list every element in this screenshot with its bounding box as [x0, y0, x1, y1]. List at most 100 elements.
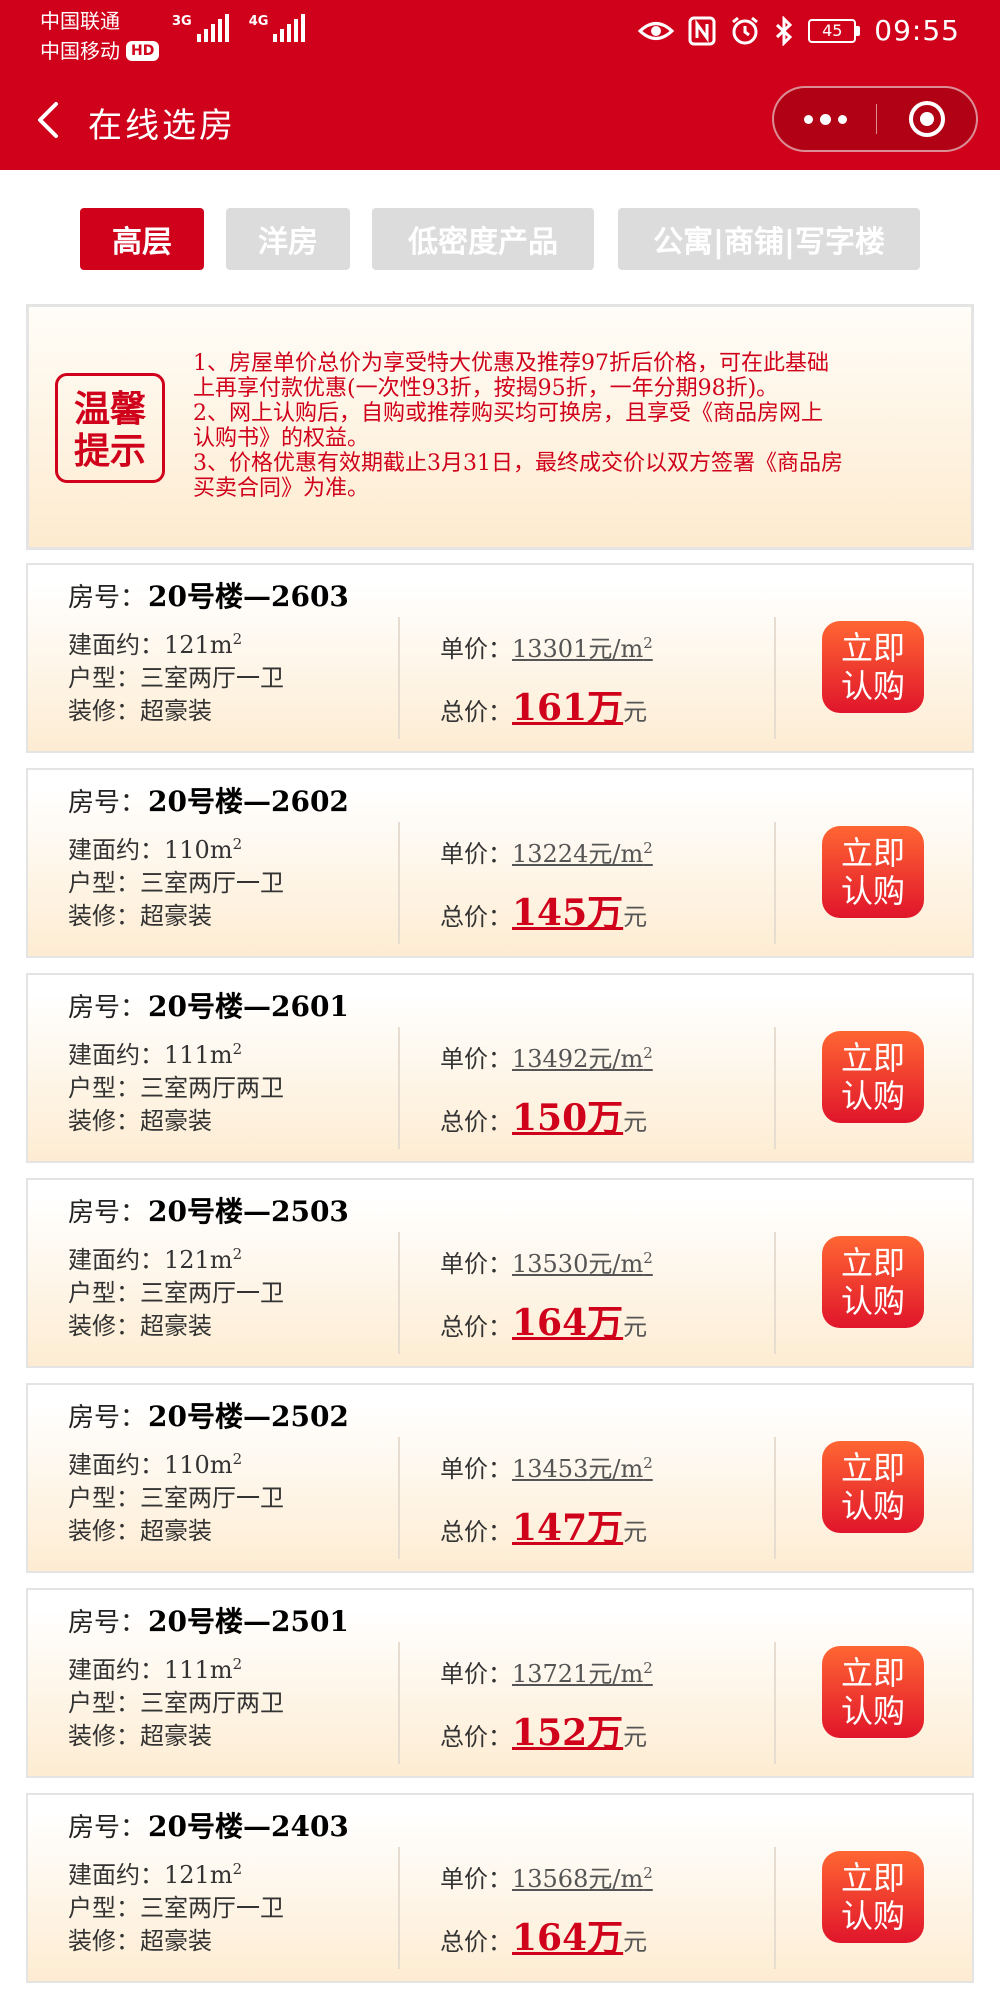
listing-details: 建面约：110m2 户型：三室两厅一卫 装修：超豪装 — [68, 828, 284, 933]
close-button[interactable] — [877, 88, 977, 150]
unit-price-value-group: 13453元/m2 — [512, 1454, 653, 1483]
subscribe-button-line: 立即 — [840, 1039, 905, 1077]
layout-value: 三室两厅一卫 — [140, 1484, 284, 1512]
listing-card: 房号：20号楼—2503 建面约：121m2 户型：三室两厅一卫 装修：超豪装 单价：1… — [26, 1178, 974, 1368]
unit-price-unit: 元/m — [588, 1865, 644, 1893]
total-price-row: 总价：152万元 — [440, 1704, 653, 1754]
area-row: 建面约：110m2 — [68, 828, 284, 867]
unit-price-sup: 2 — [643, 1249, 653, 1267]
more-icon — [803, 113, 847, 125]
subscribe-button[interactable]: 立即 认购 — [822, 621, 924, 713]
area-unit: m — [209, 631, 233, 659]
total-price-row: 总价：150万元 — [440, 1089, 653, 1139]
area-label: 建面约： — [68, 836, 164, 864]
subscribe-button-line: 立即 — [840, 1449, 905, 1487]
area-label: 建面约： — [68, 631, 164, 659]
decoration-value: 超豪装 — [140, 902, 212, 930]
listing-details: 建面约：110m2 户型：三室两厅一卫 装修：超豪装 — [68, 1443, 284, 1548]
battery-icon: 45 — [808, 18, 861, 43]
signal-icon: 3G — [172, 14, 229, 42]
unit-price-row: 单价：13224元/m2 — [440, 834, 653, 884]
subscribe-button[interactable]: 立即 认购 — [822, 826, 924, 918]
tab-low-density[interactable]: 低密度产品 — [372, 208, 594, 270]
more-button[interactable] — [774, 88, 876, 150]
decoration-value: 超豪装 — [140, 1927, 212, 1955]
subscribe-button-line: 认购 — [840, 872, 905, 910]
status-bar: 中国联通 中国移动 HD 3G 4G 45 09:55 — [0, 0, 1000, 70]
total-price-unit: 元 — [623, 1313, 648, 1341]
decoration-value: 超豪装 — [140, 697, 212, 725]
subscribe-button[interactable]: 立即 认购 — [822, 1031, 924, 1123]
layout-value: 三室两厅一卫 — [140, 1279, 284, 1307]
alarm-icon — [730, 16, 760, 46]
layout-label: 户型： — [68, 1074, 140, 1102]
clock: 09:55 — [874, 14, 960, 47]
subscribe-button[interactable]: 立即 认购 — [822, 1646, 924, 1738]
layout-row: 户型：三室两厅两卫 — [68, 1072, 284, 1105]
total-price-label: 总价： — [440, 698, 512, 726]
carrier-info: 中国联通 中国移动 HD — [40, 6, 160, 66]
price-block: 单价：13224元/m2 总价：145万元 — [440, 834, 653, 934]
area-unit-sup: 2 — [232, 1245, 243, 1263]
total-price-label: 总价： — [440, 903, 512, 931]
unit-price-unit: 元/m — [588, 1660, 644, 1688]
decoration-row: 装修：超豪装 — [68, 1310, 284, 1343]
subscribe-button-line: 认购 — [840, 1487, 905, 1525]
notice-line: 2、网上认购后，自购或推荐购买均可换房，且享受《商品房网上 — [193, 401, 823, 426]
area-value: 110 — [164, 836, 210, 864]
unit-price-row: 单价：13492元/m2 — [440, 1039, 653, 1089]
decoration-label: 装修： — [68, 1927, 140, 1955]
back-button[interactable] — [26, 96, 74, 144]
divider — [774, 617, 776, 739]
layout-row: 户型：三室两厅一卫 — [68, 662, 284, 695]
room-number-label: 房号： — [68, 1608, 147, 1638]
unit-price-label: 单价： — [440, 1660, 512, 1688]
layout-value: 三室两厅一卫 — [140, 664, 284, 692]
layout-label: 户型： — [68, 1894, 140, 1922]
subscribe-button-line: 认购 — [840, 1897, 905, 1935]
unit-price-value: 13492 — [512, 1045, 589, 1073]
total-price-label: 总价： — [440, 1313, 512, 1341]
total-price-value: 152万 — [512, 1712, 624, 1754]
divider — [398, 1847, 400, 1969]
divider — [774, 1027, 776, 1149]
room-number-label: 房号： — [68, 1813, 147, 1843]
room-number-value: 20号楼—2502 — [148, 1400, 349, 1433]
subscribe-button[interactable]: 立即 认购 — [822, 1236, 924, 1328]
layout-value: 三室两厅两卫 — [140, 1074, 284, 1102]
room-number-label: 房号： — [68, 1403, 147, 1433]
layout-label: 户型： — [68, 1689, 140, 1717]
notice-line: 1、房屋单价总价为享受特大优惠及推荐97折后价格，可在此基础 — [193, 351, 829, 376]
area-unit: m — [209, 1041, 233, 1069]
tab-apartment-commercial[interactable]: 公寓|商铺|写字楼 — [618, 208, 920, 270]
listing-card: 房号：20号楼—2602 建面约：110m2 户型：三室两厅一卫 装修：超豪装 单价：1… — [26, 768, 974, 958]
total-price-row: 总价：164万元 — [440, 1294, 653, 1344]
unit-price-label: 单价： — [440, 1455, 512, 1483]
area-value: 110 — [164, 1451, 210, 1479]
close-circle-icon — [909, 101, 945, 137]
layout-row: 户型：三室两厅一卫 — [68, 1277, 284, 1310]
area-row: 建面约：111m2 — [68, 1648, 284, 1687]
total-price-unit: 元 — [623, 903, 648, 931]
listing-card: 房号：20号楼—2603 建面约：121m2 户型：三室两厅一卫 装修：超豪装 单价：1… — [26, 563, 974, 753]
listing-details: 建面约：111m2 户型：三室两厅两卫 装修：超豪装 — [68, 1648, 284, 1753]
network-type-2: 4G — [248, 14, 269, 29]
unit-price-unit: 元/m — [588, 635, 644, 663]
area-unit: m — [209, 1246, 233, 1274]
room-number-value: 20号楼—2503 — [148, 1195, 349, 1228]
layout-value: 三室两厅一卫 — [140, 869, 284, 897]
tab-high-rise[interactable]: 高层 — [80, 208, 204, 270]
status-right: 45 09:55 — [638, 14, 960, 47]
subscribe-button[interactable]: 立即 认购 — [822, 1851, 924, 1943]
notice-seal: 温馨 提示 — [55, 373, 165, 483]
area-value: 121 — [164, 631, 210, 659]
unit-price-value: 13453 — [512, 1455, 589, 1483]
listing-card: 房号：20号楼—2403 建面约：121m2 户型：三室两厅一卫 装修：超豪装 单价：1… — [26, 1793, 974, 1983]
area-unit-sup: 2 — [232, 835, 243, 853]
listing-details: 建面约：111m2 户型：三室两厅两卫 装修：超豪装 — [68, 1033, 284, 1138]
tab-villa[interactable]: 洋房 — [226, 208, 350, 270]
price-block: 单价：13453元/m2 总价：147万元 — [440, 1449, 653, 1549]
category-tabs: 高层 洋房 低密度产品 公寓|商铺|写字楼 — [0, 208, 1000, 270]
unit-price-label: 单价： — [440, 1865, 512, 1893]
subscribe-button[interactable]: 立即 认购 — [822, 1441, 924, 1533]
